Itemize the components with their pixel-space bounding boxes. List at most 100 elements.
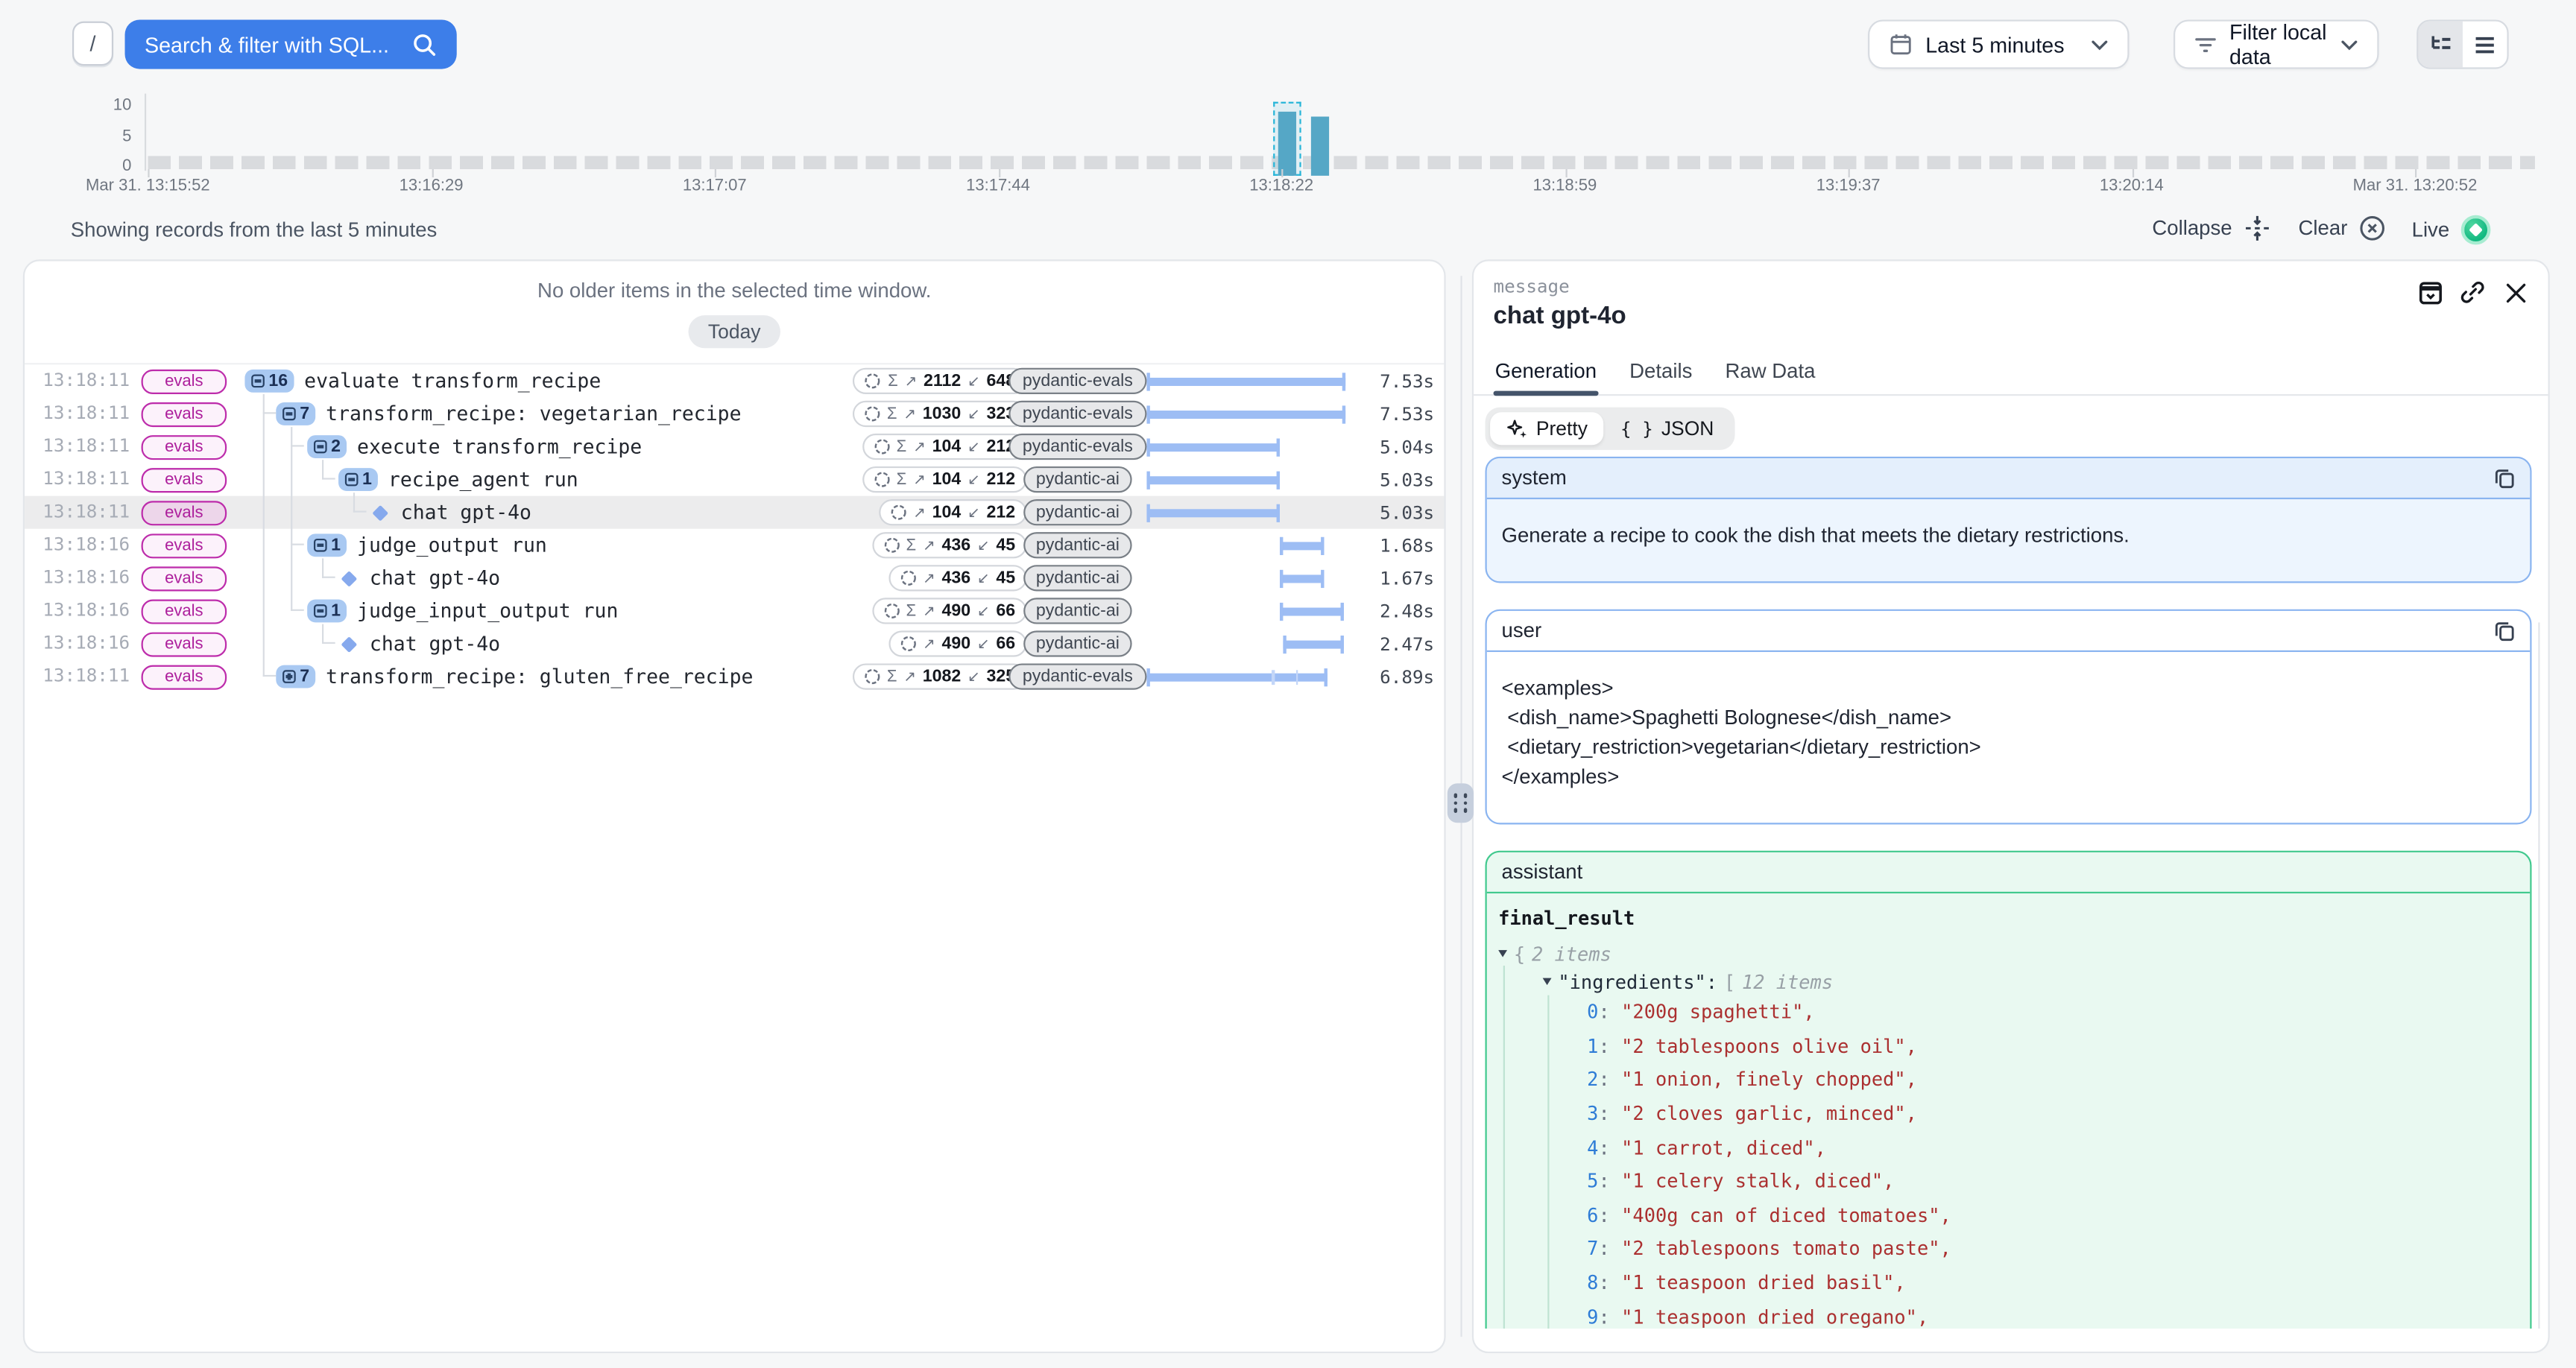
- pretty-format-button[interactable]: Pretty: [1490, 412, 1604, 445]
- trace-row[interactable]: 13:18:16evalschat gpt-4o↗436↙45pydantic-…: [25, 562, 1444, 595]
- package-tag: pydantic-evals: [1020, 663, 1135, 689]
- tab-details[interactable]: Details: [1628, 353, 1694, 394]
- live-toggle[interactable]: Live: [2412, 215, 2491, 245]
- project-badge[interactable]: evals: [142, 598, 227, 623]
- x-tick-mark: [998, 169, 1000, 177]
- panel-resize-handle[interactable]: [1448, 783, 1474, 823]
- tree-connector: [353, 510, 367, 512]
- trace-row[interactable]: 13:18:11evals7transform_recipe: gluten_f…: [25, 660, 1444, 693]
- collapse-icon: [282, 408, 296, 421]
- message-scroll-area[interactable]: system Generate a recipe to cook the dis…: [1486, 457, 2532, 1329]
- trace-row[interactable]: 13:18:16evals1judge_input_output runΣ↗49…: [25, 595, 1444, 627]
- project-badge[interactable]: evals: [142, 566, 227, 590]
- waterfall-cap: [1320, 569, 1323, 587]
- project-badge[interactable]: evals: [142, 369, 227, 393]
- json-array-item[interactable]: 2:"1 onion, finely chopped",: [1498, 1063, 2519, 1096]
- json-colon: :: [1598, 1271, 1609, 1294]
- x-tick-mark: [2415, 169, 2416, 177]
- token-metrics-badge: ↗436↙45: [888, 565, 1027, 591]
- trace-row[interactable]: 13:18:16evalschat gpt-4o↗490↙66pydantic-…: [25, 627, 1444, 660]
- json-array-item[interactable]: 4:"1 carrot, diced",: [1498, 1130, 2519, 1164]
- child-count: 7: [300, 667, 309, 686]
- trace-row-timestamp: 13:18:11: [42, 665, 130, 687]
- trace-row[interactable]: 13:18:11evals2execute transform_recipeΣ↗…: [25, 430, 1444, 463]
- clear-button[interactable]: Clear: [2299, 215, 2386, 241]
- copy-link-icon[interactable]: [2460, 279, 2486, 305]
- node-toggle-pill[interactable]: 7: [276, 402, 316, 425]
- node-toggle-pill[interactable]: 7: [276, 665, 316, 688]
- tab-raw-data[interactable]: Raw Data: [1723, 353, 1816, 394]
- json-array-item[interactable]: 6:"400g can of diced tomatoes",: [1498, 1198, 2519, 1232]
- json-array-item[interactable]: 8:"1 teaspoon dried basil",: [1498, 1266, 2519, 1299]
- search-button[interactable]: Search & filter with SQL...: [125, 19, 457, 69]
- json-root-line[interactable]: ▼ { 2 items: [1498, 940, 2519, 967]
- project-badge[interactable]: evals: [142, 665, 227, 689]
- json-colon: :: [1598, 1034, 1609, 1057]
- histogram-bar[interactable]: [1312, 117, 1330, 176]
- json-array-item[interactable]: 5:"1 celery stalk, diced",: [1498, 1165, 2519, 1198]
- tab-generation[interactable]: Generation: [1494, 353, 1599, 394]
- json-index: 3: [1587, 1102, 1598, 1125]
- records-histogram[interactable]: 1050 Mar 31. 13:15:5213:16:2913:17:0713:…: [0, 86, 2576, 204]
- package-tag-label: pydantic-ai: [1023, 598, 1132, 624]
- project-badge[interactable]: evals: [142, 434, 227, 459]
- project-badge[interactable]: evals: [142, 533, 227, 557]
- waterfall-track: [1146, 529, 1345, 562]
- project-badge[interactable]: evals: [142, 402, 227, 426]
- node-toggle-pill[interactable]: 1: [307, 599, 347, 622]
- tokens-out-arrow-icon: ↙: [977, 536, 990, 554]
- format-toggle: Pretty { } JSON: [1486, 408, 1736, 450]
- collapse-icon: [2244, 215, 2270, 241]
- json-colon: :: [1598, 1136, 1609, 1159]
- collapse-button[interactable]: Collapse: [2152, 215, 2270, 241]
- scrollbar-track[interactable]: [2538, 622, 2539, 1329]
- json-tree: ▼ { 2 items ▼ "ingredients": [ 12 items …: [1498, 940, 2519, 1329]
- json-format-button[interactable]: { } JSON: [1604, 412, 1730, 445]
- slash-shortcut-key: /: [72, 22, 113, 66]
- search-label: Search & filter with SQL...: [145, 32, 400, 57]
- trace-row-timestamp: 13:18:16: [42, 533, 130, 555]
- tokens-out-count: 66: [996, 634, 1015, 653]
- close-icon[interactable]: [2502, 279, 2528, 305]
- json-array-item[interactable]: 0:"200g spaghetti",: [1498, 995, 2519, 1029]
- trace-row[interactable]: 13:18:16evals1judge_output runΣ↗436↙45py…: [25, 529, 1444, 562]
- project-badge[interactable]: evals: [142, 631, 227, 656]
- dock-panel-icon[interactable]: [2416, 279, 2443, 305]
- json-array-item[interactable]: 1:"2 tablespoons olive oil",: [1498, 1029, 2519, 1063]
- trace-row[interactable]: 13:18:11evalschat gpt-4o↗104↙212pydantic…: [25, 496, 1444, 529]
- tree-view-button[interactable]: [2418, 22, 2463, 68]
- tokens-in-arrow-icon: ↗: [923, 635, 935, 653]
- json-array-item[interactable]: 7:"2 tablespoons tomato paste",: [1498, 1232, 2519, 1265]
- waterfall-cap: [1342, 372, 1345, 390]
- waterfall-cap: [1146, 470, 1149, 488]
- list-view-button[interactable]: [2463, 22, 2507, 68]
- trace-row-tree-cell: chat gpt-4o: [244, 496, 531, 529]
- json-array-item[interactable]: 3:"2 cloves garlic, minced",: [1498, 1097, 2519, 1130]
- node-toggle-pill[interactable]: 2: [307, 435, 347, 458]
- calendar-icon: [1890, 33, 1913, 56]
- x-tick-mark: [432, 169, 433, 177]
- token-metrics-badge: Σ↗436↙45: [871, 532, 1026, 558]
- trace-row[interactable]: 13:18:11evals16evaluate transform_recipe…: [25, 364, 1444, 397]
- token-coin-icon: [900, 636, 916, 652]
- y-tick-label: 0: [82, 158, 131, 176]
- node-toggle-pill[interactable]: 16: [244, 370, 294, 393]
- trace-row[interactable]: 13:18:11evals7transform_recipe: vegetari…: [25, 397, 1444, 430]
- project-badge[interactable]: evals: [142, 467, 227, 492]
- tree-connector: [263, 412, 277, 414]
- collapse-icon: [345, 473, 359, 487]
- package-tag: pydantic-evals: [1020, 368, 1135, 394]
- tokens-in-count: 1030: [923, 404, 961, 423]
- time-range-dropdown[interactable]: Last 5 minutes: [1868, 19, 2129, 69]
- json-array-item[interactable]: 9:"1 teaspoon dried oregano",: [1498, 1299, 2519, 1329]
- copy-icon[interactable]: [2494, 467, 2516, 489]
- project-badge[interactable]: evals: [142, 500, 227, 525]
- json-ingredients-line[interactable]: ▼ "ingredients": [ 12 items: [1498, 967, 2519, 995]
- node-toggle-pill[interactable]: 1: [338, 468, 379, 491]
- trace-row[interactable]: 13:18:11evals1recipe_agent runΣ↗104↙212p…: [25, 463, 1444, 496]
- copy-icon[interactable]: [2494, 620, 2516, 642]
- filter-local-data-dropdown[interactable]: Filter local data: [2174, 19, 2379, 69]
- histogram-bar[interactable]: [1279, 112, 1297, 176]
- node-toggle-pill[interactable]: 1: [307, 533, 347, 557]
- json-string-value: "1 carrot, diced",: [1621, 1136, 1826, 1159]
